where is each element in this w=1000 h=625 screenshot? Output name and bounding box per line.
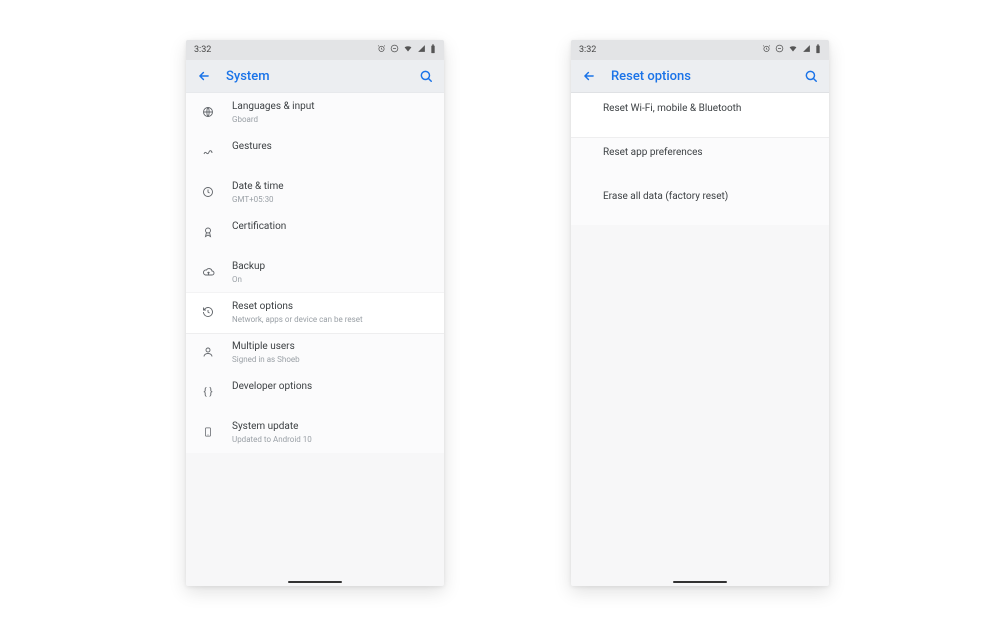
search-button[interactable]: [803, 68, 819, 84]
row-certification[interactable]: Certification: [186, 213, 444, 253]
row-label: Backup: [232, 261, 265, 273]
row-label: Multiple users: [232, 341, 300, 353]
row-label: Date & time: [232, 181, 284, 193]
row-factory-reset[interactable]: Erase all data (factory reset): [571, 181, 829, 225]
row-system-update[interactable]: System update Updated to Android 10: [186, 413, 444, 453]
row-sub: On: [232, 275, 265, 285]
user-icon: [200, 341, 216, 362]
page-title: System: [226, 69, 404, 84]
gesture-icon: [200, 141, 216, 162]
row-multiple-users[interactable]: Multiple users Signed in as Shoeb: [186, 333, 444, 373]
row-label: Erase all data (factory reset): [603, 191, 728, 203]
row-label: Languages & input: [232, 101, 315, 113]
row-developer-options[interactable]: { } Developer options: [186, 373, 444, 413]
row-label: System update: [232, 421, 312, 433]
status-time: 3:32: [194, 45, 211, 55]
row-sub: GMT+05:30: [232, 195, 284, 205]
dnd-icon: [390, 44, 399, 56]
back-button[interactable]: [196, 68, 212, 84]
row-label: Reset app preferences: [603, 147, 703, 159]
row-backup[interactable]: Backup On: [186, 253, 444, 293]
phone-reset-options: 3:32 Reset options Reset Wi-Fi, mobile &…: [571, 40, 829, 586]
settings-list: Languages & input Gboard Gestures Date &…: [186, 93, 444, 453]
signal-icon: [417, 44, 426, 56]
phone-icon: [200, 421, 216, 442]
ribbon-icon: [200, 221, 216, 242]
row-reset-options[interactable]: Reset options Network, apps or device ca…: [186, 293, 444, 333]
battery-icon: [430, 44, 436, 57]
row-languages-input[interactable]: Languages & input Gboard: [186, 93, 444, 133]
alarm-icon: [762, 44, 771, 56]
search-button[interactable]: [418, 68, 434, 84]
statusbar: 3:32: [186, 40, 444, 60]
row-sub: Network, apps or device can be reset: [232, 315, 363, 325]
row-sub: Gboard: [232, 115, 315, 125]
clock-icon: [200, 181, 216, 202]
appbar: System: [186, 60, 444, 93]
dnd-icon: [775, 44, 784, 56]
row-label: Gestures: [232, 141, 272, 153]
nav-handle[interactable]: [288, 581, 342, 583]
row-label: Certification: [232, 221, 286, 233]
phone-system: 3:32 System: [186, 40, 444, 586]
appbar: Reset options: [571, 60, 829, 93]
cloud-icon: [200, 261, 216, 282]
status-icons: [377, 44, 436, 57]
wifi-icon: [788, 44, 798, 56]
nav-handle[interactable]: [673, 581, 727, 583]
battery-icon: [815, 44, 821, 57]
statusbar: 3:32: [571, 40, 829, 60]
row-sub: Updated to Android 10: [232, 435, 312, 445]
reset-list: Reset Wi-Fi, mobile & Bluetooth Reset ap…: [571, 93, 829, 225]
page-title: Reset options: [611, 69, 789, 84]
row-label: Developer options: [232, 381, 312, 393]
row-sub: Signed in as Shoeb: [232, 355, 300, 365]
row-label: Reset options: [232, 301, 363, 313]
back-button[interactable]: [581, 68, 597, 84]
globe-icon: [200, 101, 216, 122]
row-gestures[interactable]: Gestures: [186, 133, 444, 173]
row-date-time[interactable]: Date & time GMT+05:30: [186, 173, 444, 213]
signal-icon: [802, 44, 811, 56]
alarm-icon: [377, 44, 386, 56]
wifi-icon: [403, 44, 413, 56]
history-icon: [200, 301, 216, 322]
row-reset-network[interactable]: Reset Wi-Fi, mobile & Bluetooth: [571, 93, 829, 137]
row-label: Reset Wi-Fi, mobile & Bluetooth: [603, 103, 741, 115]
braces-icon: { }: [200, 381, 216, 402]
status-time: 3:32: [579, 45, 596, 55]
row-reset-app-prefs[interactable]: Reset app preferences: [571, 137, 829, 181]
status-icons: [762, 44, 821, 57]
